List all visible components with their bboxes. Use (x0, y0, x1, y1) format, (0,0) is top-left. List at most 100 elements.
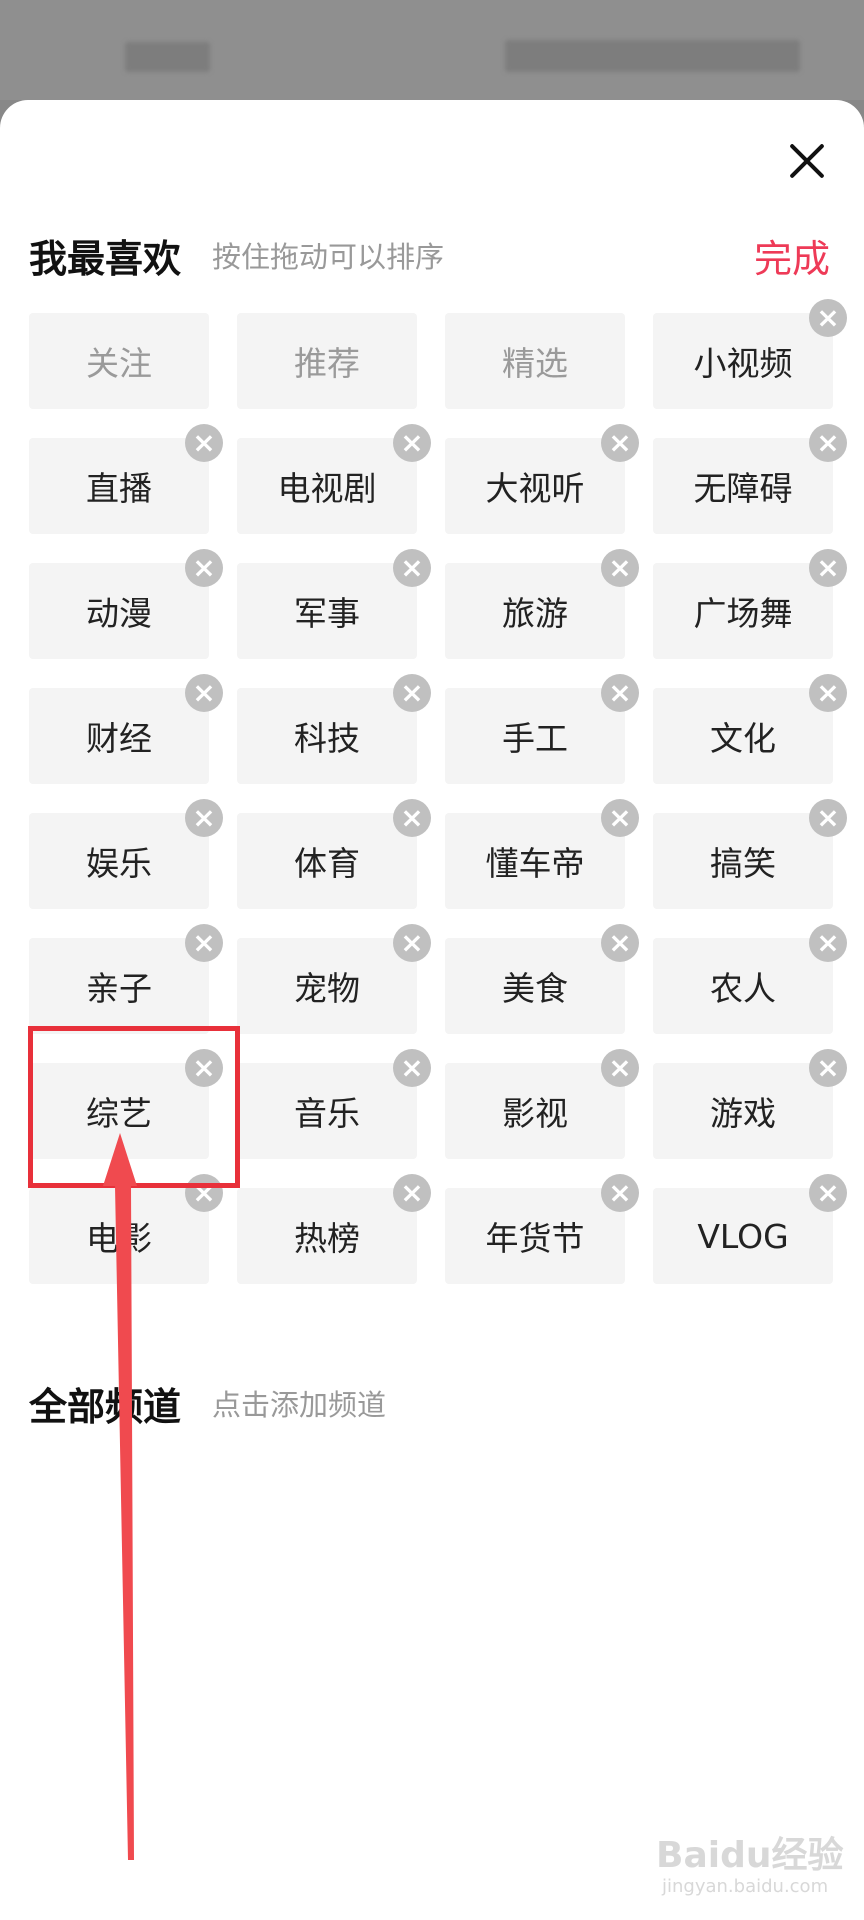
done-button[interactable]: 完成 (754, 228, 830, 283)
remove-circle-icon[interactable]: × (601, 1174, 639, 1212)
channel-chip[interactable]: 手工 × (445, 674, 639, 784)
channel-chip[interactable]: 无障碍 × (653, 424, 847, 534)
channel-chip[interactable]: 搞笑 × (653, 799, 847, 909)
channel-chip-label: 懂车帝 (485, 844, 585, 883)
remove-circle-icon[interactable]: × (809, 674, 847, 712)
channel-chip[interactable]: 推荐 (237, 313, 417, 409)
channel-chip[interactable]: 音乐 × (237, 1049, 431, 1159)
remove-circle-icon[interactable]: × (185, 674, 223, 712)
watermark-url: jingyan.baidu.com (662, 1876, 829, 1897)
channel-chip[interactable]: 年货节 × (445, 1174, 639, 1284)
remove-circle-icon[interactable]: × (185, 799, 223, 837)
channel-chip-label: 精选 (502, 344, 568, 383)
remove-circle-icon[interactable]: × (809, 1174, 847, 1212)
remove-circle-icon[interactable]: × (809, 924, 847, 962)
channel-chip-label: 科技 (294, 719, 360, 758)
remove-circle-icon[interactable]: × (185, 424, 223, 462)
remove-circle-icon[interactable]: × (601, 424, 639, 462)
remove-circle-icon[interactable]: × (393, 549, 431, 587)
favorites-hint: 按住拖动可以排序 (212, 240, 445, 274)
channel-chip-label: 宠物 (294, 969, 360, 1008)
channel-chip[interactable]: 精选 (445, 313, 625, 409)
channel-chip-label: 电视剧 (277, 469, 377, 508)
channel-chip[interactable]: 农人 × (653, 924, 847, 1034)
channel-chip[interactable]: 直播 × (29, 424, 223, 534)
channel-chip-label: 热榜 (294, 1219, 360, 1258)
favorites-title: 我最喜欢 (29, 237, 182, 281)
favorite-channels-grid: 关注 推荐 精选 小视频 × 直播 × 电视剧 × 大视听 × 无障碍 × 动漫 × 军事 × 旅游 × 广场舞 × 财经… (29, 299, 847, 1284)
close-icon[interactable] (780, 134, 834, 188)
all-channels-hint: 点击添加频道 (212, 1388, 387, 1422)
channel-chip[interactable]: 旅游 × (445, 549, 639, 659)
channel-chip[interactable]: 文化 × (653, 674, 847, 784)
channel-chip[interactable]: 动漫 × (29, 549, 223, 659)
remove-circle-icon[interactable]: × (185, 1174, 223, 1212)
remove-circle-icon[interactable]: × (185, 549, 223, 587)
remove-circle-icon[interactable]: × (393, 1049, 431, 1087)
channel-chip[interactable]: 热榜 × (237, 1174, 431, 1284)
channel-chip-label: 音乐 (294, 1094, 360, 1133)
channel-chip[interactable]: 影视 × (445, 1049, 639, 1159)
channel-chip[interactable]: 亲子 × (29, 924, 223, 1034)
channel-chip[interactable]: 美食 × (445, 924, 639, 1034)
remove-circle-icon[interactable]: × (809, 549, 847, 587)
channel-chip-label: VLOG (697, 1216, 789, 1256)
channel-chip-label: 综艺 (86, 1094, 152, 1133)
channel-chip[interactable]: 广场舞 × (653, 549, 847, 659)
remove-circle-icon[interactable]: × (185, 924, 223, 962)
channel-chip-label: 文化 (710, 719, 776, 758)
remove-circle-icon[interactable]: × (601, 924, 639, 962)
channel-chip[interactable]: 游戏 × (653, 1049, 847, 1159)
channel-chip-label: 美食 (502, 969, 568, 1008)
channel-chip-label: 旅游 (502, 594, 568, 633)
blurred-text (125, 42, 210, 72)
remove-circle-icon[interactable]: × (601, 549, 639, 587)
channel-chip-label: 搞笑 (710, 844, 776, 883)
channel-chip[interactable]: 电视剧 × (237, 424, 431, 534)
channel-chip[interactable]: 体育 × (237, 799, 431, 909)
channel-chip-label: 亲子 (86, 969, 152, 1008)
channel-chip[interactable]: 财经 × (29, 674, 223, 784)
channel-chip[interactable]: 娱乐 × (29, 799, 223, 909)
remove-circle-icon[interactable]: × (809, 299, 847, 337)
remove-circle-icon[interactable]: × (393, 924, 431, 962)
remove-circle-icon[interactable]: × (393, 674, 431, 712)
remove-circle-icon[interactable]: × (809, 799, 847, 837)
all-channels-title: 全部频道 (29, 1385, 182, 1429)
channel-chip-label: 小视频 (693, 344, 793, 383)
channel-chip-label: 手工 (502, 719, 568, 758)
channel-chip[interactable]: VLOG × (653, 1174, 847, 1284)
channel-chip[interactable]: 关注 (29, 313, 209, 409)
channel-chip-label: 推荐 (294, 344, 360, 383)
channel-chip-label: 游戏 (710, 1094, 776, 1133)
channel-chip-label: 农人 (710, 969, 776, 1008)
channel-chip[interactable]: 军事 × (237, 549, 431, 659)
channel-chip-label: 大视听 (485, 469, 585, 508)
channel-chip[interactable]: 懂车帝 × (445, 799, 639, 909)
channel-chip[interactable]: 综艺 × (29, 1049, 223, 1159)
channel-chip[interactable]: 小视频 × (653, 299, 847, 409)
remove-circle-icon[interactable]: × (393, 424, 431, 462)
remove-circle-icon[interactable]: × (809, 1049, 847, 1087)
channel-chip[interactable]: 宠物 × (237, 924, 431, 1034)
remove-circle-icon[interactable]: × (185, 1049, 223, 1087)
channel-chip-label: 电影 (86, 1219, 152, 1258)
remove-circle-icon[interactable]: × (601, 799, 639, 837)
remove-circle-icon[interactable]: × (601, 674, 639, 712)
channel-chip-label: 广场舞 (693, 594, 793, 633)
channel-chip-label: 娱乐 (86, 844, 152, 883)
channel-chip[interactable]: 电影 × (29, 1174, 223, 1284)
blurred-text (505, 40, 800, 72)
background-header (0, 0, 864, 100)
remove-circle-icon[interactable]: × (601, 1049, 639, 1087)
channel-chip-label: 财经 (86, 719, 152, 758)
channel-chip-label: 军事 (294, 594, 360, 633)
channel-chip[interactable]: 科技 × (237, 674, 431, 784)
remove-circle-icon[interactable]: × (809, 424, 847, 462)
remove-circle-icon[interactable]: × (393, 799, 431, 837)
channel-chip[interactable]: 大视听 × (445, 424, 639, 534)
channel-chip-label: 无障碍 (693, 469, 793, 508)
channel-chip-label: 关注 (86, 344, 152, 383)
remove-circle-icon[interactable]: × (393, 1174, 431, 1212)
channel-chip-label: 影视 (502, 1094, 568, 1133)
